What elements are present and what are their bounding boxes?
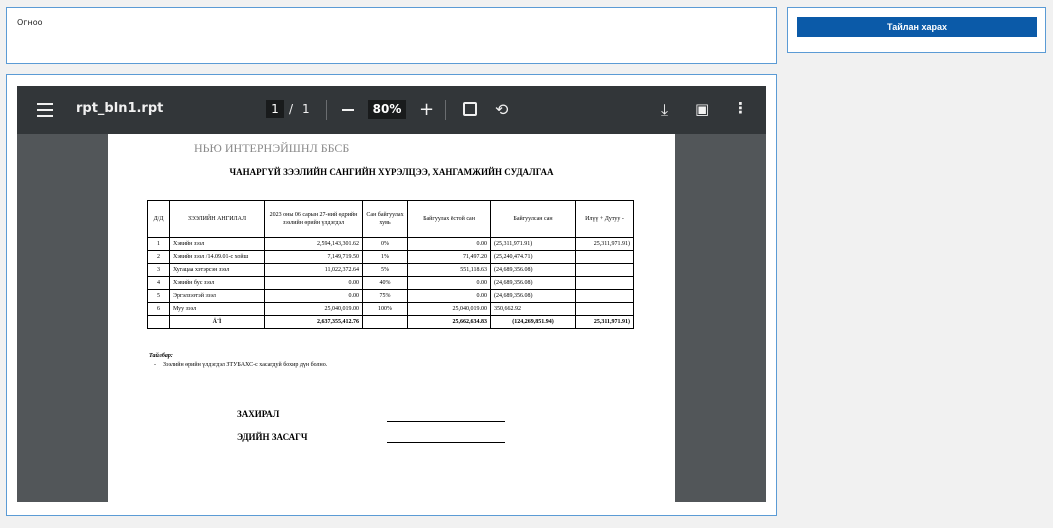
table-cell (575, 276, 634, 290)
company-name: НЬЮ ИНТЕРНЭЙШНЛ ББСБ (194, 141, 350, 155)
table-cell: Хэвийн зээл (169, 237, 265, 251)
table-cell (147, 315, 170, 329)
table-cell (362, 315, 408, 329)
table-cell: (24,689,356.08) (490, 263, 576, 277)
director-signature-label: ЗАХИРАЛ (237, 409, 280, 419)
note-title: Тайлбар: (149, 353, 173, 359)
table-cell: 0.00 (407, 289, 491, 303)
table-cell: 11,022,372.64 (264, 263, 363, 277)
toolbar-divider (326, 100, 327, 120)
economist-signature-label: ЭДИЙН ЗАСАГЧ (237, 432, 308, 442)
col-header: Илүү + Дутуу - (575, 200, 634, 238)
table-cell: (25,240,474.71) (490, 250, 576, 264)
table-cell: 2,594,143,301.62 (264, 237, 363, 251)
rotate-icon[interactable]: ⟲ (495, 100, 508, 119)
table-cell: Хэвийн бус зээл (169, 276, 265, 290)
col-header: Байгуулсан сан (490, 200, 576, 238)
report-table: Д/Д ЗЭЭЛИЙН АНГИЛАЛ 2023 оны 06 сарын 27… (147, 200, 634, 329)
date-panel: Огноо (6, 7, 777, 64)
action-panel: Тайлан харах (787, 7, 1046, 53)
table-cell: 71,497.20 (407, 250, 491, 264)
table-row: 2 Хэвийн зээл /14.09.01-с хойш 7,149,719.5… (147, 250, 634, 264)
col-header: Сан байгуулах хувь (362, 200, 408, 238)
menu-icon[interactable] (37, 103, 53, 117)
table-cell: 4 (147, 276, 170, 290)
table-cell (575, 250, 634, 264)
table-cell: (24,689,356.08) (490, 276, 576, 290)
table-row: 3 Хугацаа хэтэрсэн зээл 11,022,372.64 5% 551… (147, 263, 634, 277)
table-cell: Хэвийн зээл /14.09.01-с хойш (169, 250, 265, 264)
table-cell: 551,118.63 (407, 263, 491, 277)
fit-page-icon[interactable] (463, 102, 477, 116)
table-cell: 350,662.92 (490, 302, 576, 316)
pdf-viewer[interactable]: rpt_bln1.rpt 1 / 1 80% + ⟲ ⤓ ▣ ⋮ НЬЮ ИНТ… (17, 86, 766, 502)
table-cell: 100% (362, 302, 408, 316)
table-cell: Хугацаа хэтэрсэн зээл (169, 263, 265, 277)
zoom-out-icon[interactable] (342, 109, 354, 111)
table-cell: 25,662,634.83 (407, 315, 491, 329)
table-row: 1 Хэвийн зээл 2,594,143,301.62 0% 0.00 (25,31… (147, 237, 634, 251)
col-header: 2023 оны 06 сарын 27-ний өдрийн зээлийн … (264, 200, 363, 238)
table-cell: (24,689,356.08) (490, 289, 576, 303)
director-signature-line (387, 421, 505, 422)
page-total: 1 (302, 102, 310, 116)
table-cell: Эргэлзээтэй зээл (169, 289, 265, 303)
col-header: ЗЭЭЛИЙН АНГИЛАЛ (169, 200, 265, 238)
table-cell: 2 (147, 250, 170, 264)
file-title: rpt_bln1.rpt (76, 101, 164, 116)
table-cell: 1% (362, 250, 408, 264)
more-options-icon[interactable]: ⋮ (733, 99, 748, 117)
table-cell (575, 289, 634, 303)
table-cell: 7,149,719.50 (264, 250, 363, 264)
table-cell: 2,637,355,412.76 (264, 315, 363, 329)
table-cell: 0.00 (407, 276, 491, 290)
table-row: 6 Муу зээл 25,040,019.00 100% 25,040,019.00 3… (147, 302, 634, 316)
table-cell: 0.00 (264, 289, 363, 303)
table-cell: 6 (147, 302, 170, 316)
table-cell: (25,311,971.91) (490, 237, 576, 251)
table-cell (575, 263, 634, 277)
table-cell: 3 (147, 263, 170, 277)
table-cell: 0.00 (264, 276, 363, 290)
view-report-button[interactable]: Тайлан харах (797, 17, 1037, 37)
table-row: 4 Хэвийн бус зээл 0.00 40% 0.00 (24,689,356.0… (147, 276, 634, 290)
pdf-toolbar: rpt_bln1.rpt 1 / 1 80% + ⟲ ⤓ ▣ ⋮ (17, 86, 766, 134)
economist-signature-line (387, 442, 505, 443)
note-bullet: - (154, 362, 156, 368)
page-separator: / (289, 102, 294, 116)
table-cell: 1 (147, 237, 170, 251)
date-label: Огноо (17, 18, 43, 27)
table-cell: 25,040,019.00 (407, 302, 491, 316)
table-cell: 25,040,019.00 (264, 302, 363, 316)
download-icon[interactable]: ⤓ (661, 100, 668, 120)
table-cell: 25,311,971.91) (575, 315, 634, 329)
report-viewer-panel: rpt_bln1.rpt 1 / 1 80% + ⟲ ⤓ ▣ ⋮ НЬЮ ИНТ… (6, 74, 777, 516)
table-cell: 5 (147, 289, 170, 303)
note-text: Зээлийн өрийн үлдэгдэл ЗТУБАХС-с хасагду… (163, 362, 328, 368)
page-number-input[interactable]: 1 (266, 100, 284, 118)
table-cell (575, 302, 634, 316)
table-cell: 0% (362, 237, 408, 251)
col-header: Байгуулах ёстой сан (407, 200, 491, 238)
table-row: 5 Эргэлзээтэй зээл 0.00 75% 0.00 (24,689,356.… (147, 289, 634, 303)
table-cell: Ä¨Ï (169, 315, 265, 329)
table-cell: 25,311,971.91) (575, 237, 634, 251)
table-total-row: Ä¨Ï 2,637,355,412.76 25,662,634.83 (124,269… (147, 315, 634, 329)
pdf-page: НЬЮ ИНТЕРНЭЙШНЛ ББСБ ЧАНАРГҮЙ ЗЭЭЛИЙН СА… (108, 134, 675, 502)
zoom-level-input[interactable]: 80% (368, 100, 406, 119)
toolbar-divider (445, 100, 446, 120)
table-cell: (124,269,851.94) (490, 315, 576, 329)
table-cell: 75% (362, 289, 408, 303)
table-cell: 40% (362, 276, 408, 290)
print-icon[interactable]: ▣ (695, 100, 709, 118)
table-header-row: Д/Д ЗЭЭЛИЙН АНГИЛАЛ 2023 оны 06 сарын 27… (147, 200, 634, 238)
table-cell: Муу зээл (169, 302, 265, 316)
report-title: ЧАНАРГҮЙ ЗЭЭЛИЙН САНГИЙН ХҮРЭЛЦЭЭ, ХАНГА… (229, 167, 554, 177)
table-cell: 5% (362, 263, 408, 277)
col-header: Д/Д (147, 200, 170, 238)
table-cell: 0.00 (407, 237, 491, 251)
zoom-in-icon[interactable]: + (419, 101, 434, 119)
